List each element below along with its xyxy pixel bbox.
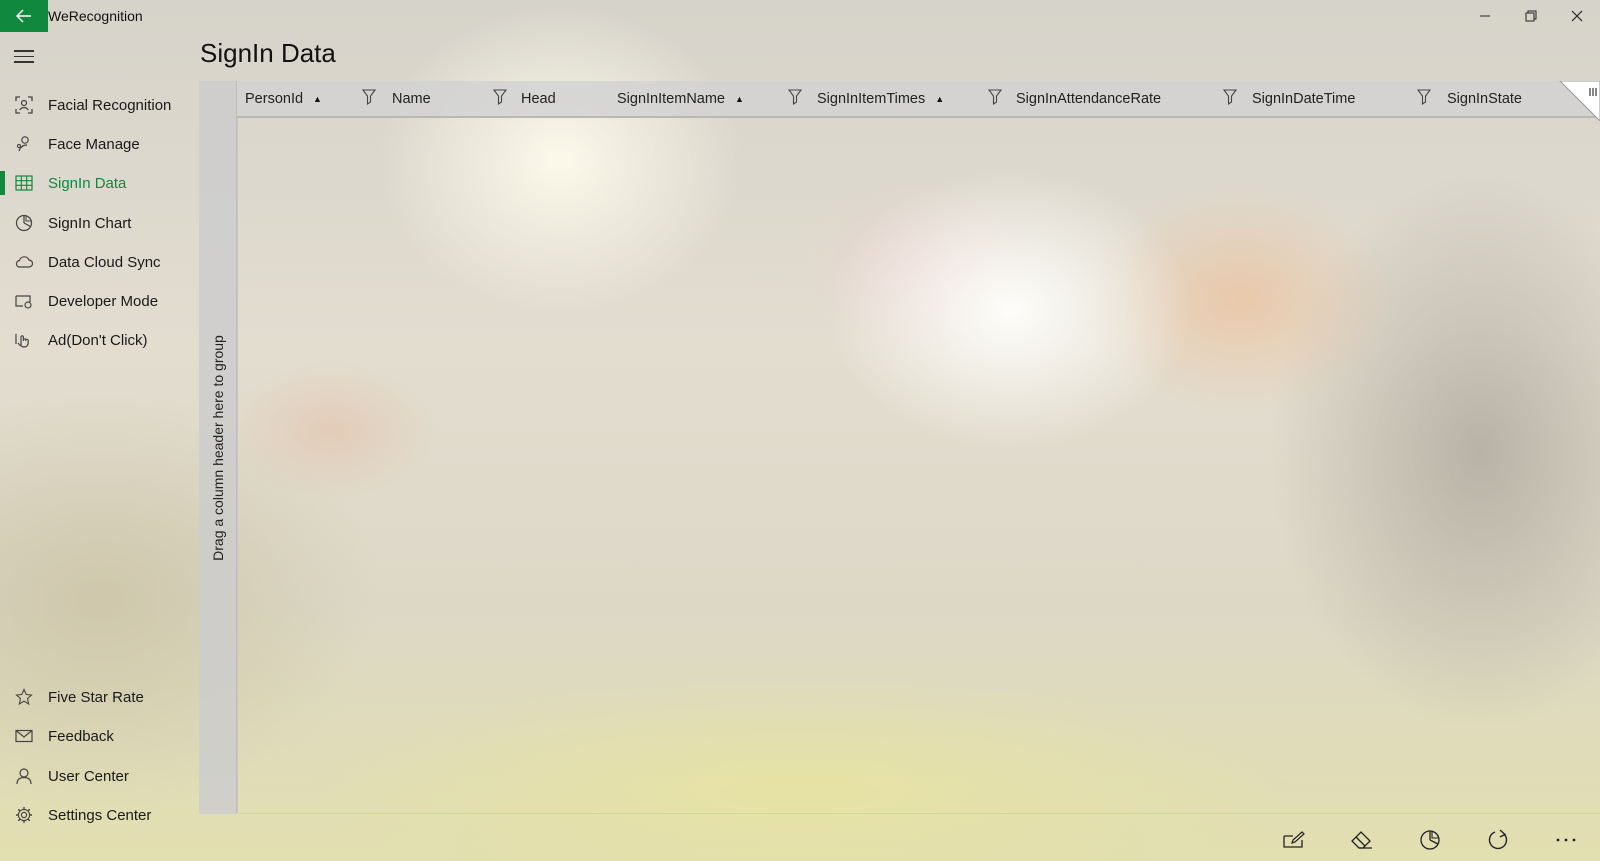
sidebar-item-label: SignIn Chart [48,214,132,232]
filter-icon[interactable] [988,89,1002,105]
chart-button[interactable] [1396,818,1464,861]
hamburger-icon [14,50,34,52]
gear-icon [0,806,48,824]
sidebar-item-face-manage[interactable]: Face Manage [0,124,198,164]
more-options-button[interactable] [1532,818,1600,861]
grid-body[interactable] [237,118,1600,814]
filter-icon[interactable] [788,89,802,105]
arrow-left-icon [16,9,31,23]
column-header-signinitemname[interactable]: SignInItemName ▲ [617,81,744,116]
user-icon [0,767,48,785]
column-header-signinattendancerate[interactable]: SignInAttendanceRate [1016,81,1161,116]
column-header-label: Head [521,90,556,107]
developer-icon [0,293,48,309]
edit-icon [1283,830,1305,848]
title-bar: WeRecognition [0,0,1600,32]
back-button[interactable] [0,0,48,32]
sidebar-item-label: Facial Recognition [48,96,172,114]
sidebar-item-label: Developer Mode [48,292,159,310]
column-header-label: SignInDateTime [1252,90,1356,107]
star-icon [0,688,48,706]
edit-button[interactable] [1260,818,1328,861]
column-header-label: SignInState [1447,90,1522,107]
sidebar-item-five-star-rate[interactable]: Five Star Rate [0,677,198,717]
sidebar-item-feedback[interactable]: Feedback [0,716,198,756]
sidebar: Facial Recognition Face Manage SignIn Da… [0,36,198,861]
sidebar-item-ad[interactable]: Ad(Don't Click) [0,320,198,360]
column-header-label: PersonId [245,90,304,107]
sidebar-item-label: Feedback [48,727,114,745]
hamburger-menu-button[interactable] [14,50,34,64]
sidebar-item-label: Face Manage [48,135,140,153]
more-icon [1556,838,1576,841]
refresh-icon [1488,828,1508,849]
eraser-icon [1351,830,1372,849]
person-manage-icon [0,135,48,153]
close-icon [1571,10,1583,22]
sidebar-item-settings-center[interactable]: Settings Center [0,795,198,835]
sort-ascending-icon: ▲ [735,93,744,104]
column-header-label: SignInItemTimes [817,90,926,107]
column-header-signinitemtimes[interactable]: SignInItemTimes ▲ [817,81,944,116]
filter-icon[interactable] [362,89,376,105]
column-header-label: Name [392,90,431,107]
column-header-personid[interactable]: PersonId ▲ [245,81,322,116]
grid-header: PersonId ▲ Name Head SignInItemName ▲ Si… [237,81,1600,118]
restore-icon [1525,10,1537,22]
hand-icon [0,331,48,349]
column-header-label: SignInAttendanceRate [1016,90,1162,107]
window-controls [1462,0,1600,32]
filter-icon[interactable] [1223,89,1237,105]
minimize-button[interactable] [1462,0,1508,32]
column-chooser-button[interactable] [1558,81,1600,121]
refresh-button[interactable] [1464,818,1532,861]
column-header-label: SignInItemName [617,90,725,107]
sort-ascending-icon: ▲ [313,93,322,104]
sidebar-item-label: Five Star Rate [48,688,144,706]
pie-chart-icon [0,214,48,232]
cloud-icon [0,255,48,269]
column-header-signinstate[interactable]: SignInState [1447,81,1522,116]
column-header-name[interactable]: Name [392,81,431,116]
sort-ascending-icon: ▲ [935,93,945,104]
sidebar-item-data-cloud-sync[interactable]: Data Cloud Sync [0,242,198,282]
sidebar-item-label: Ad(Don't Click) [48,331,148,349]
filter-icon[interactable] [1417,89,1431,105]
minimize-icon [1480,15,1490,17]
group-by-panel[interactable]: Drag a column header here to group [199,81,237,814]
sidebar-item-facial-recognition[interactable]: Facial Recognition [0,85,198,125]
sidebar-item-label: SignIn Data [48,174,127,192]
group-panel-hint: Drag a column header here to group [209,334,226,561]
sidebar-item-user-center[interactable]: User Center [0,756,198,796]
pie-chart-icon [1420,829,1440,850]
column-header-head[interactable]: Head [521,81,556,116]
grid-bottom-divider [199,813,1600,814]
command-bar [1260,818,1600,861]
sidebar-item-signin-chart[interactable]: SignIn Chart [0,203,198,243]
restore-button[interactable] [1508,0,1554,32]
close-button[interactable] [1554,0,1600,32]
sidebar-item-signin-data[interactable]: SignIn Data [0,163,198,203]
grid-table-icon [0,175,48,191]
app-title: WeRecognition [48,8,143,24]
mail-icon [0,729,48,743]
page-title: SignIn Data [200,38,336,68]
column-header-signindatetime[interactable]: SignInDateTime [1252,81,1355,116]
eraser-button[interactable] [1328,818,1396,861]
sidebar-item-label: Data Cloud Sync [48,253,161,271]
face-scan-icon [0,96,48,114]
filter-icon[interactable] [493,89,507,105]
sidebar-item-label: User Center [48,767,129,785]
sidebar-item-label: Settings Center [48,806,152,824]
sidebar-item-developer-mode[interactable]: Developer Mode [0,281,198,321]
